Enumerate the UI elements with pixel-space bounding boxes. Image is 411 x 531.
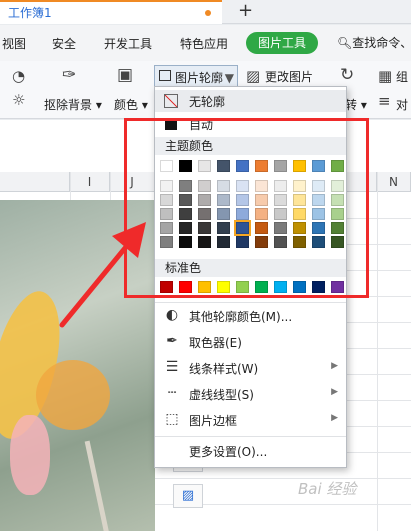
picture-border-label: 图片边框 [189, 414, 238, 428]
remove-bg-label: 抠除背景 [44, 98, 93, 112]
watermark: Bai 经验 [298, 480, 357, 498]
pinwheel-blade [10, 415, 50, 495]
eyedropper-item[interactable]: ✒ 取色器(E) [155, 331, 346, 353]
search-icon: 🔍︎ [337, 36, 353, 50]
picture-border-icon: ⬚ [165, 411, 179, 427]
chevron-right-icon: ▶ [331, 361, 338, 371]
line-style-icon: ☰ [165, 359, 179, 375]
search-label: 查找命令、 [352, 36, 411, 50]
no-outline-item[interactable]: 无轮廓 [155, 90, 346, 112]
line-style-item[interactable]: ☰ 线条样式(W) ▶ [155, 357, 346, 379]
menu-picture-tools[interactable]: 图片工具 [246, 32, 318, 54]
color-label: 颜色 [114, 98, 139, 112]
group-icon[interactable]: ▦ [378, 67, 392, 85]
menu-security[interactable]: 安全 [52, 35, 76, 52]
picture-tool-icon[interactable]: ▨ [173, 484, 203, 508]
chevron-down-icon: ▼ [224, 71, 234, 85]
palette-icon: ◐ [165, 307, 179, 323]
more-settings-item[interactable]: 更多设置(O)... [155, 440, 346, 462]
menu-bar: 视图 安全 开发工具 特色应用 图片工具 🔍︎查找命令、 [0, 25, 411, 61]
new-tab-icon[interactable]: + [238, 0, 253, 22]
more-colors-item[interactable]: ◐ 其他轮廓颜色(M)... [155, 305, 346, 327]
pinwheel-stick [84, 440, 111, 531]
highlight-box [124, 118, 369, 298]
no-outline-label: 无轮廓 [189, 95, 226, 109]
change-picture-button[interactable]: 更改图片 [265, 68, 313, 85]
change-picture-icon[interactable]: ▨ [246, 67, 260, 85]
grid-line [377, 172, 378, 531]
line-style-label: 线条样式(W) [189, 362, 259, 376]
align-button[interactable]: 对 [396, 96, 408, 113]
brightness-icon[interactable]: ☼ [12, 91, 25, 109]
outline-icon [159, 70, 171, 81]
picture-border-item[interactable]: ⬚ 图片边框 ▶ [155, 409, 346, 431]
picture-outline-button[interactable]: 图片轮廓 ▼ [154, 65, 238, 87]
dash-type-item[interactable]: ┄ 虚线线型(S) ▶ [155, 383, 346, 405]
picture-outline-label: 图片轮廓 [175, 71, 224, 85]
crop-icon[interactable]: ◔ [12, 67, 25, 85]
document-tab[interactable]: 工作簿1 [0, 0, 222, 24]
rotate-button[interactable]: 转 ▾ [345, 96, 367, 113]
separator [155, 436, 346, 437]
document-tab-label: 工作簿1 [8, 6, 52, 20]
remove-bg-button[interactable]: 抠除背景 ▾ [44, 96, 102, 113]
dash-type-label: 虚线线型(S) [189, 388, 254, 402]
menu-developer[interactable]: 开发工具 [104, 35, 152, 52]
chevron-right-icon: ▶ [331, 387, 338, 397]
more-settings-label: 更多设置(O)... [189, 445, 268, 459]
column-header-i[interactable]: I [70, 172, 110, 192]
menu-view[interactable]: 视图 [2, 35, 26, 52]
separator [155, 302, 346, 303]
search-command[interactable]: 🔍︎查找命令、 [337, 34, 411, 51]
more-colors-label: 其他轮廓颜色(M)... [189, 310, 293, 324]
color-icon[interactable]: ▣ [117, 65, 133, 85]
eyedropper-icon: ✒ [166, 333, 178, 349]
menu-special-apps[interactable]: 特色应用 [180, 35, 228, 52]
column-header[interactable] [0, 172, 70, 192]
pinwheel-blade [36, 360, 110, 430]
rotate-icon[interactable]: ↻ [340, 65, 354, 85]
no-outline-icon [164, 94, 178, 108]
eyedropper-label: 取色器(E) [189, 336, 242, 350]
group-button[interactable]: 组 [396, 68, 408, 85]
remove-bg-icon[interactable]: ✑ [62, 65, 76, 85]
align-icon[interactable]: ≡ [378, 92, 391, 110]
dash-type-icon: ┄ [167, 385, 177, 401]
title-bar: 工作簿1 + [0, 0, 411, 24]
column-header-n[interactable]: N [377, 172, 411, 192]
color-button[interactable]: 颜色 ▾ [114, 96, 148, 113]
unsaved-dot-icon [205, 10, 211, 16]
chevron-right-icon: ▶ [331, 413, 338, 423]
